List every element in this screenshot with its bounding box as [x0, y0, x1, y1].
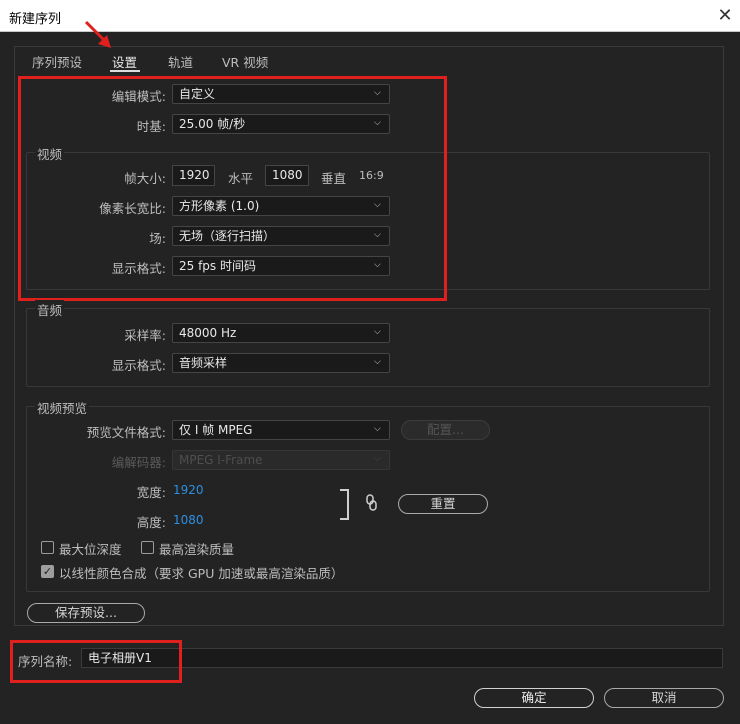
audio-group [26, 308, 710, 387]
preview-width-label: 宽度: [136, 485, 166, 500]
ok-button[interactable]: 确定 [474, 688, 594, 708]
close-icon[interactable]: ✕ [714, 5, 736, 27]
preview-width-value[interactable]: 1920 [173, 483, 204, 497]
sample-rate-value: 48000 Hz [179, 326, 237, 340]
chevron-down-icon: ⌵ [374, 424, 381, 434]
video-preview-group-title: 视频预览 [35, 398, 90, 417]
sample-rate-select[interactable]: 48000 Hz ⌵ [172, 323, 390, 343]
linear-color-checkbox[interactable]: ✓ [41, 565, 54, 578]
preview-height-value[interactable]: 1080 [173, 513, 204, 527]
preview-height-label: 高度: [136, 515, 166, 530]
reset-button[interactable]: 重置 [398, 494, 488, 514]
configure-button[interactable]: 配置... [401, 420, 490, 440]
linear-color-label: 以线性颜色合成（要求 GPU 加速或最高渲染品质） [59, 566, 344, 581]
red-arrow-icon [84, 20, 111, 48]
chevron-down-icon: ⌵ [374, 357, 381, 367]
tab-vr-video[interactable]: VR 视频 [222, 52, 268, 72]
audio-group-title: 音频 [35, 300, 65, 319]
codec-value: MPEG I-Frame [179, 453, 263, 467]
annotation-box [10, 640, 182, 683]
max-render-quality-checkbox[interactable] [141, 541, 154, 554]
preview-format-label: 预览文件格式: [86, 425, 166, 440]
codec-select[interactable]: MPEG I-Frame ⌵ [172, 450, 390, 470]
chain-link-icon[interactable] [365, 493, 379, 513]
audio-display-format-select[interactable]: 音频采样 ⌵ [172, 353, 390, 373]
tab-settings[interactable]: 设置 [112, 52, 137, 72]
max-render-quality-label: 最高渲染质量 [159, 542, 235, 557]
codec-label: 编解码器: [111, 455, 166, 470]
chevron-down-icon: ⌵ [374, 327, 381, 337]
preview-format-value: 仅 I 帧 MPEG [179, 423, 253, 437]
audio-display-format-value: 音频采样 [179, 356, 228, 370]
cancel-button[interactable]: 取消 [604, 688, 724, 708]
save-preset-button[interactable]: 保存预设... [27, 603, 145, 623]
chevron-down-icon: ⌵ [374, 454, 381, 464]
tab-tracks[interactable]: 轨道 [168, 52, 193, 72]
active-tab-indicator [110, 70, 140, 72]
tab-sequence-presets[interactable]: 序列预设 [32, 52, 82, 72]
preview-format-select[interactable]: 仅 I 帧 MPEG ⌵ [172, 420, 390, 440]
annotation-box [18, 76, 447, 301]
window-title: 新建序列 [9, 12, 62, 27]
max-bit-depth-checkbox[interactable] [41, 541, 54, 554]
max-bit-depth-label: 最大位深度 [59, 542, 122, 557]
sample-rate-label: 采样率: [124, 328, 166, 343]
audio-display-format-label: 显示格式: [111, 358, 166, 373]
